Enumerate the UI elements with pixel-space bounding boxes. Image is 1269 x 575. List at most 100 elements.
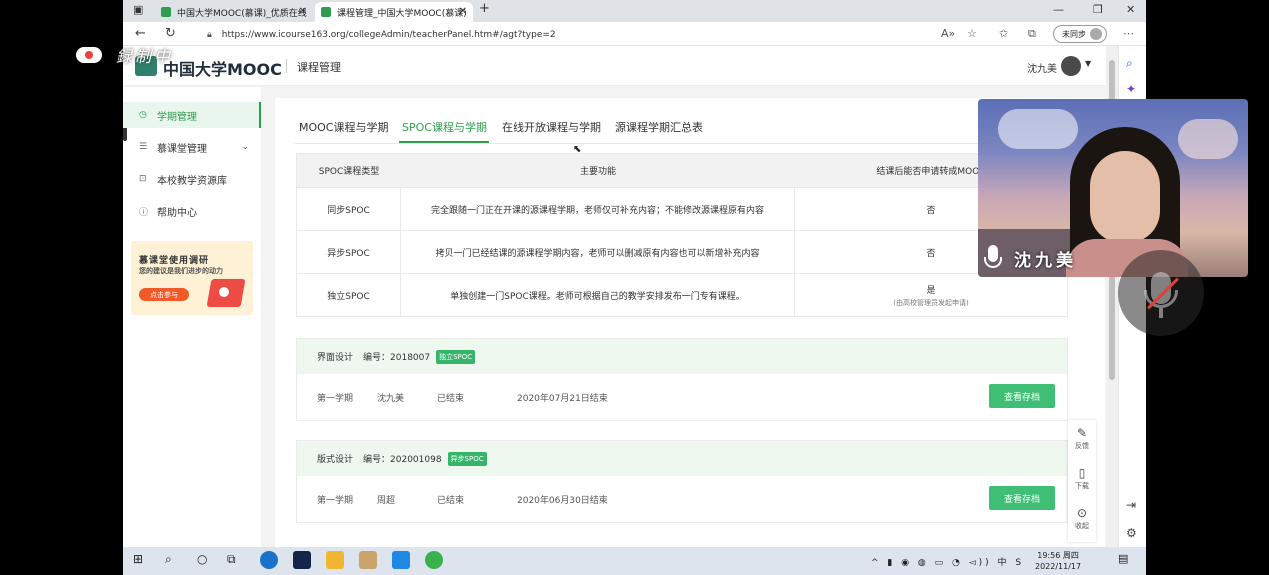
- spoc-convert: 是 (由高校管理员发起申请): [795, 274, 1067, 316]
- term-teacher: 周超: [377, 496, 396, 506]
- minimize-icon[interactable]: —: [1053, 3, 1064, 16]
- feedback-label: 反馈: [1075, 442, 1089, 450]
- mute-button[interactable]: [1118, 250, 1204, 336]
- search-icon[interactable]: ⌕: [165, 552, 172, 567]
- convert-value: 是: [926, 285, 936, 296]
- term-end-date: 2020年07月21日结束: [517, 394, 608, 404]
- table-row: 同步SPOC 完全跟随一门正在开课的源课程学期，老师仅可补充内容；不能修改源课程…: [297, 187, 1067, 230]
- profile-avatar-icon: [1090, 28, 1102, 40]
- spoc-type: 同步SPOC: [297, 188, 401, 230]
- mooc-favicon-icon: [161, 7, 171, 17]
- sidebar: ◷ 学期管理 ☰ 慕课堂管理 ⌄ ⊡ 本校教学资源库 ⓘ 帮助中心 慕课堂使用调…: [123, 87, 261, 547]
- course-card: 版式设计 编号：202001098 异步SPOC 第一学期 周超 已结束 202…: [296, 440, 1068, 523]
- convert-value: 否: [926, 205, 936, 216]
- mic-base: [1159, 308, 1163, 318]
- sync-button[interactable]: 未同步: [1053, 25, 1107, 43]
- view-archive-button[interactable]: 查看存档: [989, 486, 1055, 510]
- settings-icon[interactable]: ⚙: [1126, 526, 1137, 540]
- add-favorite-icon[interactable]: ☆: [967, 27, 977, 40]
- term-end-date: 2020年06月30日结束: [517, 496, 608, 506]
- close-tab-icon[interactable]: ✕: [459, 6, 467, 17]
- user-name[interactable]: 沈九美: [1027, 60, 1057, 75]
- avatar[interactable]: [1061, 56, 1081, 76]
- participate-button[interactable]: 点击参与: [139, 288, 189, 301]
- cortana-icon[interactable]: ○: [197, 552, 207, 566]
- favorites-icon[interactable]: ✩: [999, 27, 1008, 40]
- sparkle-icon[interactable]: ✦: [1126, 82, 1136, 96]
- system-clock[interactable]: 19:56 周四 2022/11/17: [1035, 550, 1081, 572]
- sidebar-item-label: 帮助中心: [157, 207, 197, 219]
- tabs-divider: [295, 143, 1070, 144]
- column-header: 主要功能: [579, 167, 616, 177]
- term-name: 第一学期: [317, 394, 354, 404]
- background-cloud: [998, 109, 1078, 149]
- read-aloud-icon[interactable]: A»: [941, 27, 955, 40]
- caret-down-icon[interactable]: ▼: [1085, 59, 1091, 68]
- term-status: 已结束: [437, 496, 465, 506]
- status-badge: 异步SPOC: [447, 451, 487, 466]
- more-icon[interactable]: ⋯: [1123, 27, 1134, 40]
- course-number: 编号：202001098: [363, 455, 442, 465]
- meeting-app-icon[interactable]: [392, 551, 410, 569]
- screen: ▣ 中国大学MOOC(慕课)_优质在线 ✕ 课程管理_中国大学MOOC(慕课) …: [123, 0, 1146, 575]
- download-button[interactable]: ▯ 下载: [1068, 466, 1096, 491]
- survey-banner[interactable]: 慕课堂使用调研 您的建议是我们进步的动力 点击参与: [131, 241, 253, 315]
- collapse-button[interactable]: ⊙ 收起: [1068, 506, 1096, 531]
- url-field[interactable]: 🔒︎ https://www.icourse163.org/collegeAdm…: [207, 26, 927, 43]
- new-tab-button[interactable]: +: [479, 1, 490, 16]
- recording-label: 録制中: [116, 47, 174, 66]
- feedback-button[interactable]: ✎ 反馈: [1068, 426, 1096, 451]
- sidebar-item-help-center[interactable]: ⓘ 帮助中心: [123, 198, 261, 224]
- app-icon[interactable]: [359, 551, 377, 569]
- course-header: 版式设计 编号：202001098 异步SPOC: [297, 441, 1067, 476]
- browser-app-icon[interactable]: [425, 551, 443, 569]
- clock-time: 19:56 周四: [1037, 551, 1079, 560]
- view-archive-button[interactable]: 查看存档: [989, 384, 1055, 408]
- task-view-icon[interactable]: ⧉: [227, 552, 236, 567]
- sidebar-item-resource-library[interactable]: ⊡ 本校教学资源库: [123, 166, 261, 192]
- url-text: https://www.icourse163.org/collegeAdmin/…: [221, 29, 556, 40]
- close-tab-icon[interactable]: ✕: [299, 6, 307, 17]
- tab-source-summary[interactable]: 源课程学期汇总表: [615, 119, 703, 135]
- chevron-down-icon: ⊙: [1076, 506, 1088, 520]
- windows-start-icon[interactable]: ⊞: [133, 552, 143, 566]
- download-label: 下载: [1075, 482, 1089, 490]
- course-name: 界面设计: [317, 353, 354, 363]
- site-header: 中国大学MOOC 课程管理 沈九美 ▼: [123, 46, 1106, 86]
- collections-icon[interactable]: ⧉: [1028, 27, 1036, 41]
- refresh-icon[interactable]: ↻: [165, 26, 176, 41]
- notification-icon[interactable]: ▤: [1118, 552, 1128, 565]
- browser-tab-1[interactable]: 中国大学MOOC(慕课)_优质在线 ✕: [155, 2, 313, 22]
- list-icon: ☰: [139, 142, 148, 152]
- tab-actions-icon[interactable]: ▣: [133, 3, 143, 16]
- collapse-label: 收起: [1075, 522, 1089, 530]
- split-screen-icon[interactable]: ⇥: [1126, 498, 1136, 512]
- sidebar-item-term-management[interactable]: ◷ 学期管理: [123, 102, 261, 128]
- column-header: SPOC课程类型: [318, 167, 380, 177]
- presenter-face: [1090, 151, 1160, 243]
- tab-open-courses[interactable]: 在线开放课程与学期: [502, 119, 601, 135]
- photoshop-icon[interactable]: [293, 551, 311, 569]
- spoc-type: 异步SPOC: [297, 231, 401, 273]
- taskbar: ⊞ ⌕ ○ ⧉ ^ ▮ ◉ ◍ ▭ ◔ ◅)) 中 S 19:56 周四 202…: [123, 547, 1146, 575]
- presenter-label: 沈九美: [982, 241, 1077, 275]
- sidebar-item-classroom-management[interactable]: ☰ 慕课堂管理 ⌄: [123, 134, 261, 160]
- file-explorer-icon[interactable]: [326, 551, 344, 569]
- close-window-icon[interactable]: ✕: [1126, 3, 1135, 16]
- status-badge: 独立SPOC: [436, 349, 476, 364]
- edge-browser-icon[interactable]: [260, 551, 278, 569]
- back-icon[interactable]: ←: [135, 26, 146, 41]
- system-tray-icons[interactable]: ^ ▮ ◉ ◍ ▭ ◔ ◅)) 中 S: [871, 555, 1024, 568]
- clock-date: 2022/11/17: [1035, 562, 1082, 571]
- search-icon[interactable]: ⌕: [1126, 56, 1133, 71]
- page-title: 课程管理: [297, 61, 341, 74]
- restore-icon[interactable]: ❐: [1093, 3, 1103, 16]
- term-status: 已结束: [437, 394, 465, 404]
- course-name: 版式设计: [317, 455, 354, 465]
- course-term-row: 第一学期 沈九美 已结束 2020年07月21日结束 查看存档: [297, 374, 1067, 420]
- tab-spoc[interactable]: SPOC课程与学期: [402, 119, 487, 135]
- floating-toolbar: ✎ 反馈 ▯ 下载 ⊙ 收起: [1068, 420, 1096, 542]
- logo-text[interactable]: 中国大学MOOC: [163, 56, 282, 80]
- tab-mooc[interactable]: MOOC课程与学期: [299, 119, 389, 135]
- browser-tab-2[interactable]: 课程管理_中国大学MOOC(慕课) ✕: [315, 2, 473, 22]
